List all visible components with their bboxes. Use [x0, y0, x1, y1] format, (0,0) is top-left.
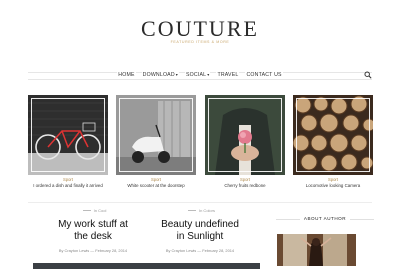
- post-card: In Colors Beauty undefined in Sunlight B…: [140, 208, 260, 269]
- post-date: February 28, 2014: [95, 248, 128, 253]
- nav-item-home[interactable]: HOME: [117, 72, 136, 78]
- author-photo[interactable]: [277, 234, 356, 266]
- post-meta: By Crayton Lewis — February 28, 2014: [165, 248, 235, 253]
- post-date: February 28, 2014: [202, 248, 235, 253]
- search-icon[interactable]: [364, 71, 372, 79]
- nav-label: CONTACT US: [246, 72, 282, 78]
- featured-image-logs[interactable]: [293, 95, 373, 175]
- featured-image-bicycle[interactable]: [28, 95, 108, 175]
- post-category[interactable]: In Colors: [140, 208, 260, 213]
- content-divider: [28, 202, 372, 203]
- featured-grid: Sport I ordered a dish and finally it ar…: [28, 95, 373, 190]
- nav-item-travel[interactable]: TRAVEL: [216, 72, 240, 78]
- featured-category[interactable]: Sport: [116, 177, 196, 182]
- featured-category[interactable]: Sport: [293, 177, 373, 182]
- post-title[interactable]: My work stuff at the desk: [33, 219, 153, 243]
- site-tagline: FEATURED ITEMS & MORE: [170, 40, 230, 44]
- site-logo[interactable]: COUTURE: [0, 16, 400, 42]
- post-image[interactable]: [140, 263, 260, 269]
- post-category[interactable]: In Cool: [33, 208, 153, 213]
- post-author[interactable]: By Crayton Lewis: [166, 248, 196, 253]
- featured-card[interactable]: Sport Locomotive looking Camera: [293, 95, 373, 190]
- about-author-heading: ABOUT AUTHOR: [276, 216, 374, 221]
- featured-image-flower[interactable]: [205, 95, 285, 175]
- main-nav: HOME DOWNLOAD▾ SOCIAL▾ TRAVEL CONTACT US: [0, 70, 400, 80]
- featured-card[interactable]: Sport I ordered a dish and finally it ar…: [28, 95, 108, 190]
- nav-item-social[interactable]: SOCIAL▾: [185, 72, 211, 78]
- featured-title[interactable]: White scooter at the doorstep: [116, 183, 196, 188]
- featured-title[interactable]: I ordered a dish and finally it arrived: [28, 183, 108, 188]
- nav-label: TRAVEL: [217, 72, 239, 78]
- post-image[interactable]: [33, 263, 153, 269]
- featured-title[interactable]: Locomotive looking Camera: [293, 183, 373, 188]
- featured-title[interactable]: Cherry fruits redbone: [205, 183, 285, 188]
- featured-card[interactable]: Sport White scooter at the doorstep: [116, 95, 196, 190]
- post-title[interactable]: Beauty undefined in Sunlight: [140, 219, 260, 243]
- nav-item-contact[interactable]: CONTACT US: [245, 72, 283, 78]
- site-header: COUTURE FEATURED ITEMS & MORE: [0, 0, 400, 66]
- post-author[interactable]: By Crayton Lewis: [59, 248, 89, 253]
- featured-category[interactable]: Sport: [28, 177, 108, 182]
- post-meta: By Crayton Lewis — February 28, 2014: [58, 248, 128, 253]
- chevron-down-icon: ▾: [207, 72, 210, 77]
- nav-label: DOWNLOAD: [142, 72, 175, 78]
- featured-card[interactable]: Sport Cherry fruits redbone: [205, 95, 285, 190]
- nav-label: HOME: [118, 72, 135, 78]
- featured-image-scooter[interactable]: [116, 95, 196, 175]
- nav-item-download[interactable]: DOWNLOAD▾: [141, 72, 180, 78]
- post-card: In Cool My work stuff at the desk By Cra…: [33, 208, 153, 269]
- chevron-down-icon: ▾: [175, 72, 179, 77]
- featured-category[interactable]: Sport: [205, 177, 285, 182]
- nav-label: SOCIAL: [186, 72, 207, 78]
